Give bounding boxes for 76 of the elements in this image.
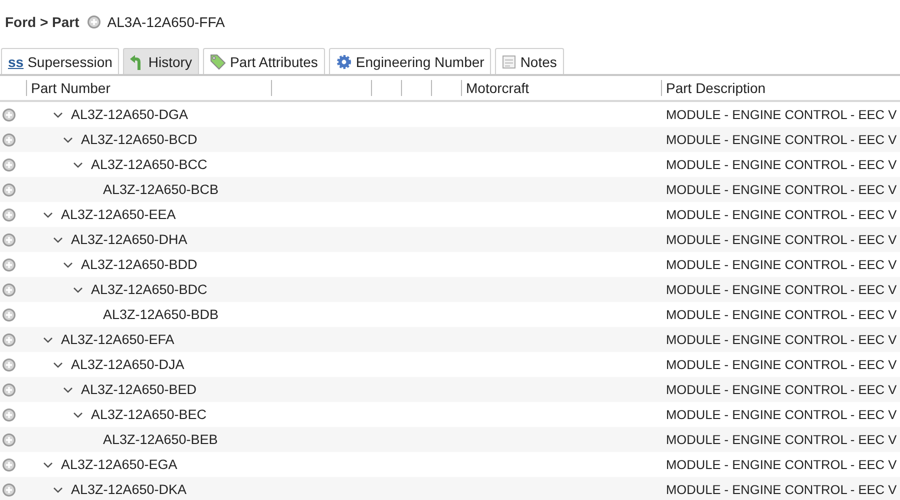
part-number: AL3Z-12A650-BEB [103, 432, 218, 447]
chevron-down-icon[interactable] [73, 160, 83, 168]
expand-icon[interactable] [2, 432, 16, 446]
part-description: MODULE - ENGINE CONTROL - EEC V [665, 382, 897, 397]
part-number: AL3Z-12A650-DJA [71, 357, 184, 372]
part-number: AL3Z-12A650-BCB [103, 182, 219, 197]
expand-icon[interactable] [2, 258, 16, 272]
part-number: AL3Z-12A650-BDB [103, 307, 219, 322]
part-description: MODULE - ENGINE CONTROL - EEC V [665, 307, 897, 322]
part-description: MODULE - ENGINE CONTROL - EEC V [665, 357, 897, 372]
expand-icon[interactable] [2, 232, 16, 246]
expand-icon[interactable] [2, 182, 16, 196]
part-number: AL3Z-12A650-EGA [61, 457, 178, 472]
part-description: MODULE - ENGINE CONTROL - EEC V [665, 432, 897, 447]
part-description: MODULE - ENGINE CONTROL - EEC V [665, 282, 897, 297]
part-number: AL3Z-12A650-EFA [61, 332, 174, 347]
part-description: MODULE - ENGINE CONTROL - EEC V [665, 207, 897, 222]
part-number: AL3Z-12A650-BDC [91, 282, 208, 297]
tab[interactable]: History [123, 48, 199, 74]
part-number: AL3Z-12A650-BED [81, 382, 197, 397]
part-description: MODULE - ENGINE CONTROL - EEC V [665, 457, 897, 472]
tab[interactable]: Part Attributes [202, 48, 325, 74]
part-number: AL3Z-12A650-EEA [61, 207, 176, 222]
expand-icon[interactable] [2, 382, 16, 396]
chevron-down-icon[interactable] [53, 486, 63, 494]
expand-icon[interactable] [2, 282, 16, 296]
part-number: AL3Z-12A650-DHA [71, 232, 188, 247]
part-description: MODULE - ENGINE CONTROL - EEC V [665, 407, 897, 422]
chevron-down-icon[interactable] [63, 260, 73, 268]
part-description: MODULE - ENGINE CONTROL - EEC V [665, 482, 897, 497]
part-number: AL3Z-12A650-BEC [91, 407, 207, 422]
tag-icon [210, 54, 226, 70]
tab[interactable]: Notes [495, 48, 564, 74]
chevron-down-icon[interactable] [43, 336, 53, 344]
part-description: MODULE - ENGINE CONTROL - EEC V [665, 107, 897, 122]
part-number-title: AL3A-12A650-FFA [107, 14, 225, 30]
part-description: MODULE - ENGINE CONTROL - EEC V [665, 157, 897, 172]
part-description: MODULE - ENGINE CONTROL - EEC V [665, 232, 897, 247]
expand-icon[interactable] [2, 358, 16, 372]
part-number: AL3Z-12A650-DKA [71, 482, 187, 497]
expand-icon[interactable] [2, 158, 16, 172]
add-icon[interactable] [87, 15, 102, 29]
gear-icon [336, 54, 352, 70]
part-number: AL3Z-12A650-BCD [81, 132, 198, 147]
expand-icon[interactable] [2, 208, 16, 222]
chevron-down-icon[interactable] [43, 210, 53, 218]
column-header[interactable]: Motorcraft [461, 80, 661, 96]
expand-icon[interactable] [2, 132, 16, 146]
expand-icon[interactable] [2, 332, 16, 346]
part-number: AL3Z-12A650-BCC [91, 157, 208, 172]
chevron-down-icon[interactable] [53, 110, 63, 118]
tab[interactable]: ss Supersession [1, 48, 120, 74]
part-number: AL3Z-12A650-DGA [71, 107, 188, 122]
part-description: MODULE - ENGINE CONTROL - EEC V [665, 332, 897, 347]
chevron-down-icon[interactable] [63, 386, 73, 394]
part-number: AL3Z-12A650-BDD [81, 257, 198, 272]
expand-icon[interactable] [2, 308, 16, 322]
chevron-down-icon[interactable] [53, 360, 63, 368]
chevron-down-icon[interactable] [73, 286, 83, 294]
chevron-down-icon[interactable] [63, 136, 73, 144]
part-description: MODULE - ENGINE CONTROL - EEC V [665, 182, 897, 197]
note-icon [502, 54, 516, 68]
ss-icon: ss [8, 54, 24, 70]
expand-icon[interactable] [2, 482, 16, 496]
column-header[interactable]: Part Description [661, 80, 900, 96]
tab[interactable]: Engineering Number [328, 48, 492, 74]
expand-icon[interactable] [2, 408, 16, 422]
part-description: MODULE - ENGINE CONTROL - EEC V [665, 257, 897, 272]
part-description: MODULE - ENGINE CONTROL - EEC V [665, 132, 897, 147]
expand-icon[interactable] [2, 108, 16, 122]
chevron-down-icon[interactable] [73, 410, 83, 418]
chevron-down-icon[interactable] [53, 236, 63, 244]
column-header[interactable]: Part Number [26, 80, 271, 96]
expand-icon[interactable] [2, 458, 16, 472]
breadcrumb-path[interactable]: Ford > Part [5, 14, 80, 30]
chevron-down-icon[interactable] [43, 460, 53, 468]
